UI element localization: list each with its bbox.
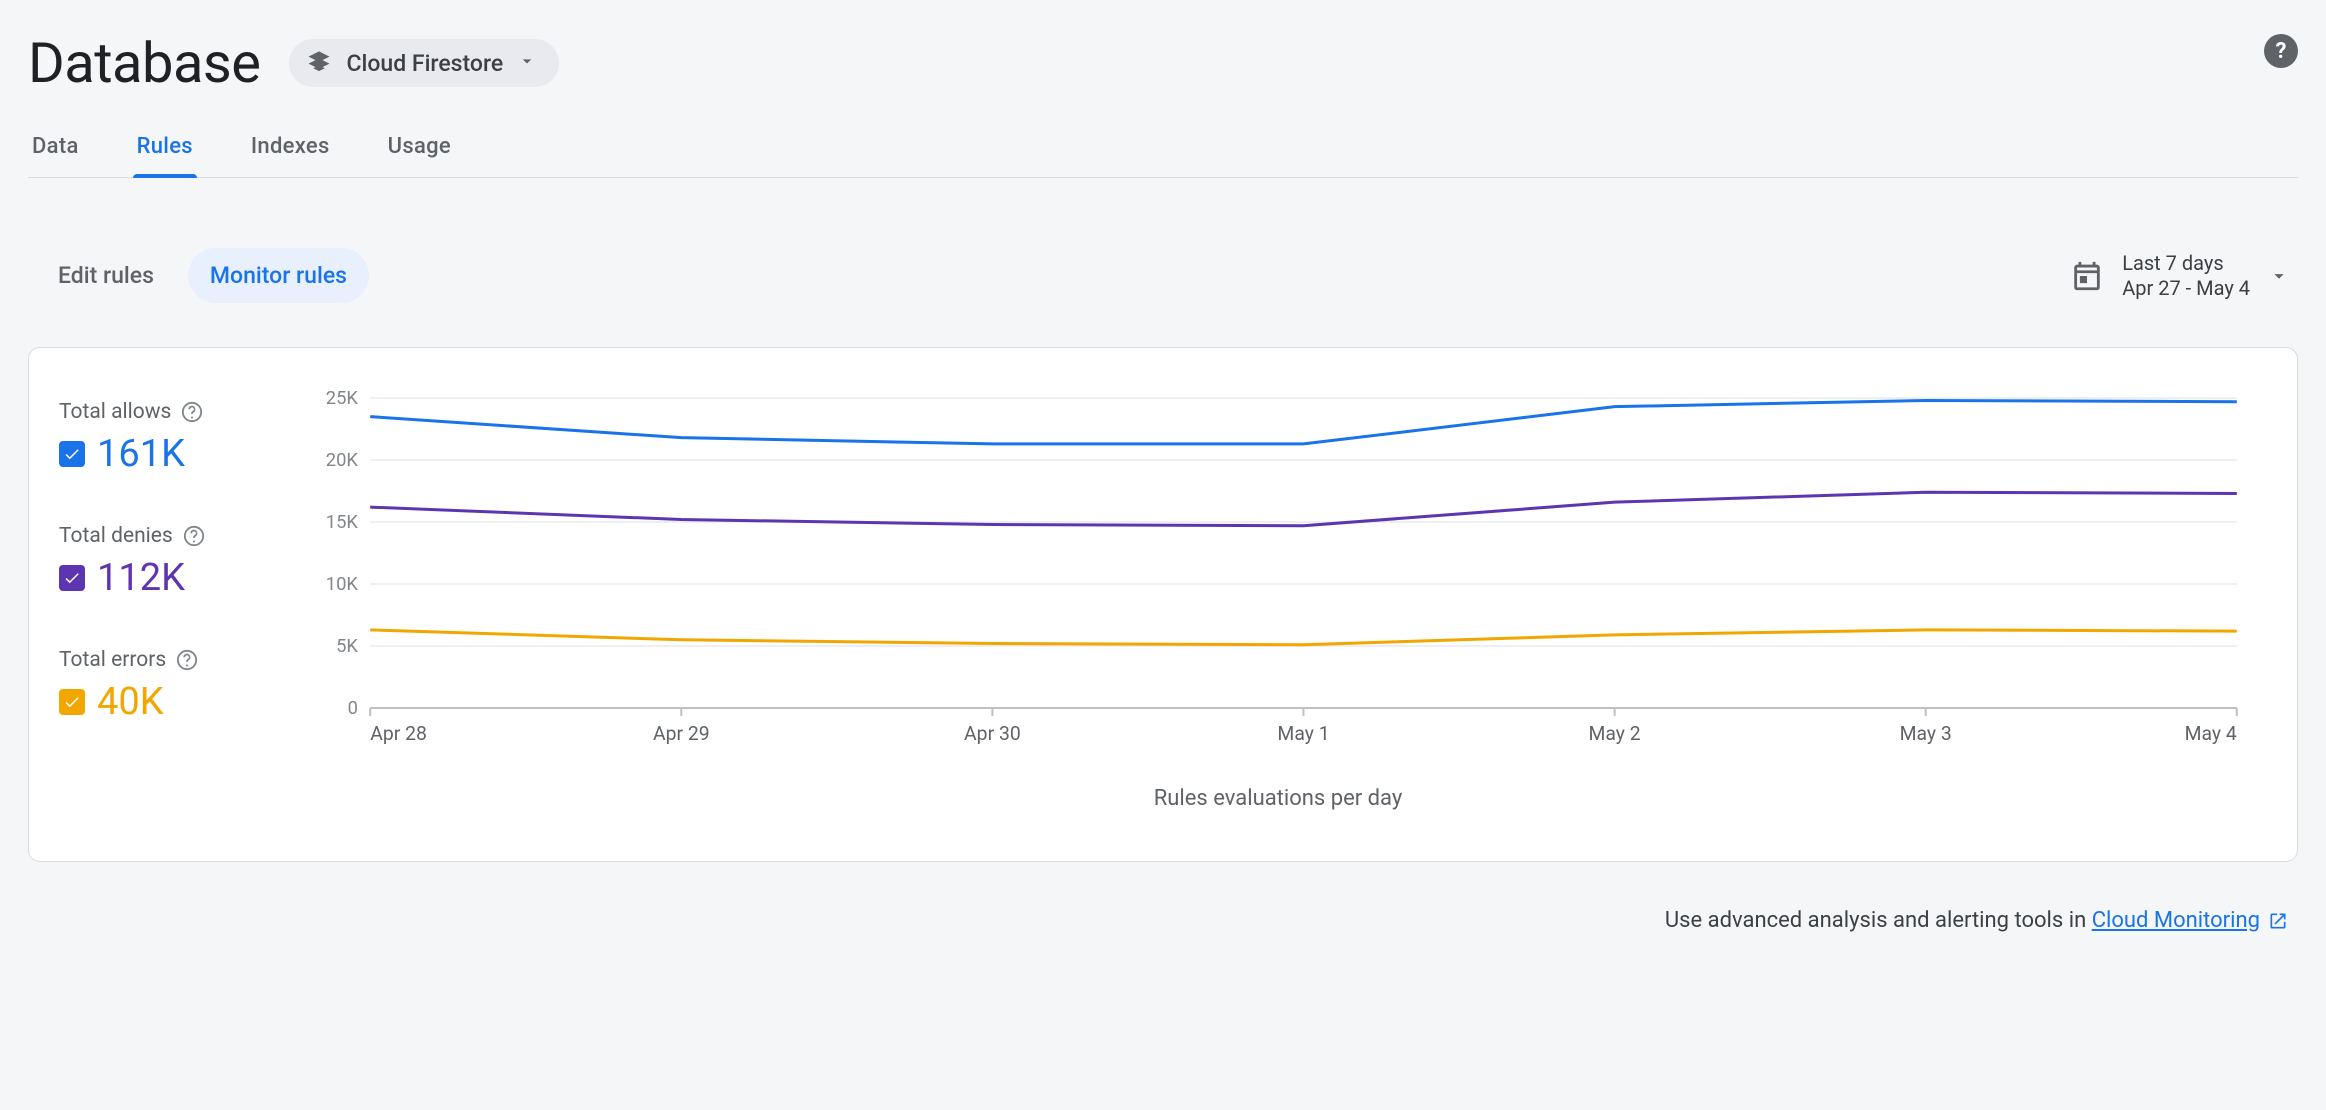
legend-item-errors: Total errors 40K	[59, 648, 269, 724]
tab-rules[interactable]: Rules	[133, 134, 197, 177]
tab-indexes[interactable]: Indexes	[247, 134, 334, 177]
svg-text:May 2: May 2	[1589, 722, 1641, 745]
help-icon[interactable]: ?	[2264, 34, 2298, 72]
date-range-picker[interactable]: Last 7 days Apr 27 - May 4	[2070, 251, 2290, 301]
svg-text:?: ?	[2276, 39, 2287, 64]
chart-legend: Total allows 161K Total denies	[59, 388, 269, 811]
help-circle-icon[interactable]	[176, 649, 198, 671]
svg-text:Apr 30: Apr 30	[964, 722, 1021, 745]
legend-value-errors: 40K	[97, 680, 164, 724]
legend-value-denies: 112K	[97, 556, 185, 600]
help-circle-icon[interactable]	[183, 525, 205, 547]
subtab-monitor-rules[interactable]: Monitor rules	[188, 248, 369, 303]
page-title: Database	[28, 30, 261, 96]
date-range-label: Last 7 days	[2122, 251, 2250, 276]
footer-text: Use advanced analysis and alerting tools…	[1665, 908, 2092, 933]
footer-note: Use advanced analysis and alerting tools…	[28, 908, 2298, 933]
chart-xlabel: Rules evaluations per day	[309, 786, 2247, 811]
svg-text:Apr 29: Apr 29	[653, 722, 710, 745]
legend-item-denies: Total denies 112K	[59, 524, 269, 600]
legend-label-errors: Total errors	[59, 648, 166, 672]
rules-subtabs: Edit rules Monitor rules	[36, 248, 369, 303]
caret-down-icon	[517, 51, 537, 75]
svg-text:10K: 10K	[326, 574, 359, 595]
svg-text:May 3: May 3	[1900, 722, 1952, 745]
svg-text:0: 0	[348, 698, 358, 719]
calendar-icon	[2070, 259, 2104, 293]
svg-text:Apr 28: Apr 28	[370, 722, 427, 745]
checkbox-errors[interactable]	[59, 689, 85, 715]
svg-text:15K: 15K	[326, 512, 359, 533]
subtab-edit-rules[interactable]: Edit rules	[36, 248, 176, 303]
main-tabs: Data Rules Indexes Usage	[28, 134, 2298, 178]
checkbox-denies[interactable]	[59, 565, 85, 591]
svg-text:20K: 20K	[326, 450, 359, 471]
legend-label-denies: Total denies	[59, 524, 173, 548]
database-selector-label: Cloud Firestore	[347, 50, 504, 77]
tab-usage[interactable]: Usage	[384, 134, 455, 177]
svg-text:May 1: May 1	[1277, 722, 1329, 745]
svg-text:May 4: May 4	[2185, 722, 2237, 745]
checkbox-allows[interactable]	[59, 441, 85, 467]
firestore-icon	[305, 49, 333, 77]
rules-monitor-card: Total allows 161K Total denies	[28, 347, 2298, 862]
tab-data[interactable]: Data	[28, 134, 83, 177]
database-selector-dropdown[interactable]: Cloud Firestore	[289, 39, 560, 87]
caret-down-icon	[2268, 265, 2290, 287]
legend-value-allows: 161K	[97, 432, 185, 476]
cloud-monitoring-link[interactable]: Cloud Monitoring	[2092, 908, 2288, 933]
date-range-value: Apr 27 - May 4	[2122, 276, 2250, 301]
svg-text:5K: 5K	[336, 636, 358, 657]
help-circle-icon[interactable]	[181, 401, 203, 423]
external-link-icon	[2268, 911, 2288, 931]
legend-item-allows: Total allows 161K	[59, 400, 269, 476]
rules-evaluations-chart: 0 5K 10K 15K 20K 25K Apr 28 Apr 29 Apr 30 May 1 Ma…	[309, 388, 2247, 758]
legend-label-allows: Total allows	[59, 400, 171, 424]
svg-text:25K: 25K	[326, 388, 359, 409]
